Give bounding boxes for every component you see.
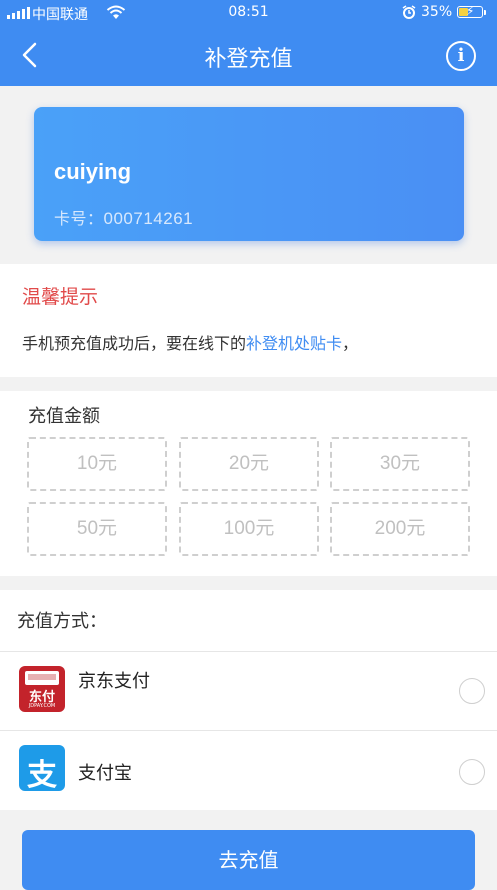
tip-section: 温馨提示 手机预充值成功后，要在线下的补登机处贴卡， (0, 264, 497, 377)
card-number: 000714261 (103, 209, 194, 228)
card-number-row: 卡号：000714261 (54, 205, 193, 229)
status-bar: 中国联通 08:51 35% ⚡ (0, 0, 497, 26)
card-holder-name: cuiying (54, 159, 132, 184)
payment-option-alipay[interactable]: 支 支付宝 (0, 731, 497, 809)
battery-icon: ⚡ (457, 4, 483, 18)
page-title: 补登充值 (204, 47, 293, 72)
submit-recharge-button[interactable]: 去充值 (22, 830, 475, 890)
tip-highlight: 补登机处贴卡 (246, 334, 343, 353)
tip-title: 温馨提示 (22, 286, 99, 308)
app-header: 中国联通 08:51 35% ⚡ 补登充值 i (0, 0, 497, 86)
alarm-icon (402, 5, 416, 24)
amount-section: 充值金额 10元 20元 30元 50元 100元 200元 (0, 391, 497, 576)
amount-option-10[interactable]: 10元 (27, 437, 167, 491)
payment-label-alipay: 支付宝 (78, 763, 132, 784)
payment-option-jd[interactable]: 东付 JDPAY.COM 京东支付 (0, 652, 497, 730)
payment-title: 充值方式： (17, 611, 107, 632)
amount-title: 充值金额 (28, 406, 100, 427)
card-number-label: 卡号： (54, 209, 104, 228)
battery-percent: 35% (421, 4, 453, 20)
info-button[interactable]: i (446, 41, 476, 71)
membership-card: cuiying 卡号：000714261 (34, 107, 464, 241)
amount-option-200[interactable]: 200元 (330, 502, 470, 556)
payment-section: 充值方式： 东付 JDPAY.COM 京东支付 支 支付宝 (0, 590, 497, 810)
tip-text: 手机预充值成功后，要在线下的补登机处贴卡， (22, 334, 359, 353)
radio-alipay[interactable] (459, 759, 485, 785)
amount-option-50[interactable]: 50元 (27, 502, 167, 556)
info-icon: i (457, 45, 465, 66)
alipay-icon: 支 (19, 745, 65, 793)
radio-jd[interactable] (459, 678, 485, 704)
amount-option-30[interactable]: 30元 (330, 437, 470, 491)
amount-option-20[interactable]: 20元 (179, 437, 319, 491)
payment-label-jd: 京东支付 (78, 671, 150, 692)
amount-option-100[interactable]: 100元 (179, 502, 319, 556)
jd-pay-icon: 东付 JDPAY.COM (19, 666, 65, 712)
